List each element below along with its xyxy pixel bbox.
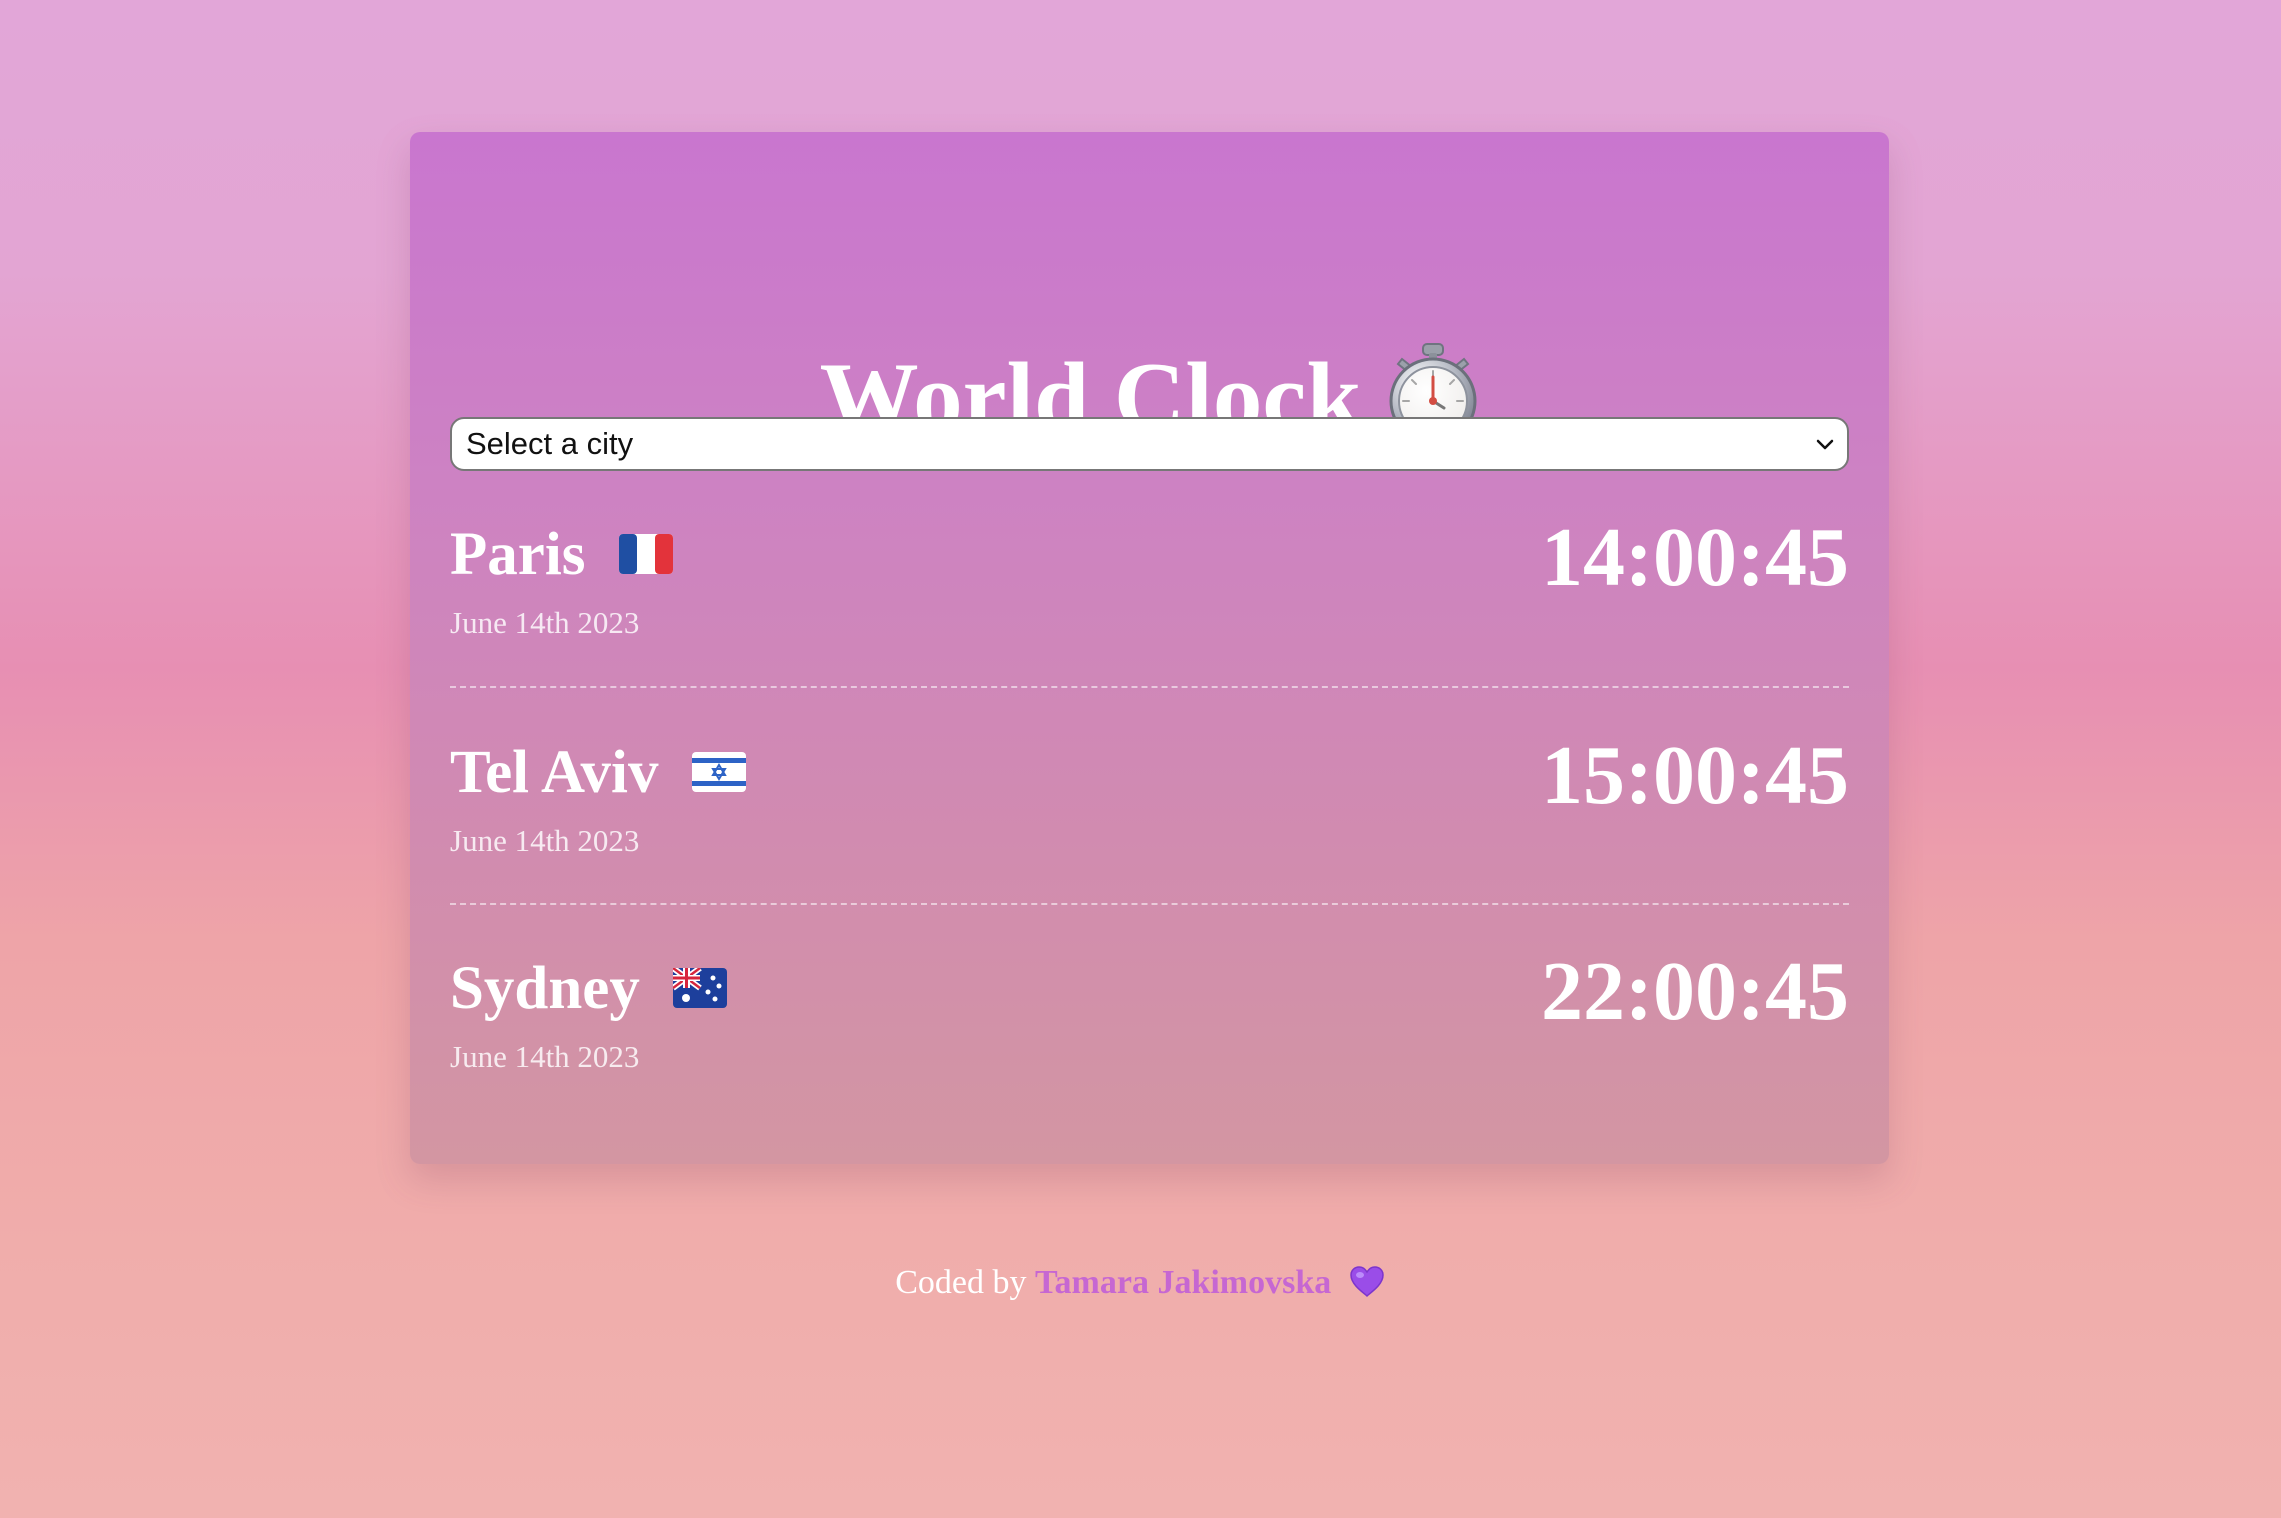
city-name-text: Paris [450, 521, 586, 588]
city-time: 14:00:45 [1541, 511, 1849, 604]
france-flag-icon [618, 524, 673, 585]
city-row-paris: Paris June 14th 2023 14:00:45 [450, 516, 1849, 704]
israel-flag-icon [691, 742, 746, 803]
footer: Coded by Tamara Jakimovska [0, 1266, 2281, 1300]
city-name-text: Tel Aviv [450, 739, 659, 806]
city-name: Sydney [450, 955, 728, 1022]
city-time: 22:00:45 [1541, 945, 1849, 1038]
footer-prefix: Coded by [895, 1264, 1027, 1301]
city-date: June 14th 2023 [450, 823, 640, 858]
city-time: 15:00:45 [1541, 729, 1849, 822]
city-row-tel-aviv: Tel Aviv June 14th 2023 15:00:45 [450, 734, 1849, 922]
chevron-down-icon [1815, 419, 1835, 469]
purple-heart-icon [1348, 1265, 1386, 1299]
author-link[interactable]: Tamara Jakimovska [1035, 1264, 1331, 1301]
city-name-text: Sydney [450, 955, 640, 1022]
city-date: June 14th 2023 [450, 1039, 640, 1074]
city-select-value: Select a city [466, 426, 634, 461]
city-row-sydney: Sydney June 14th 2023 22:00:45 [450, 950, 1849, 1138]
world-clock-card: World Clock Select a city Paris June 14t… [410, 132, 1889, 1164]
city-date: June 14th 2023 [450, 605, 640, 640]
australia-flag-icon [671, 958, 728, 1019]
city-name: Tel Aviv [450, 742, 746, 803]
row-divider [450, 903, 1849, 905]
city-select[interactable]: Select a city [450, 417, 1849, 471]
row-divider [450, 686, 1849, 688]
city-name: Paris [450, 524, 673, 585]
